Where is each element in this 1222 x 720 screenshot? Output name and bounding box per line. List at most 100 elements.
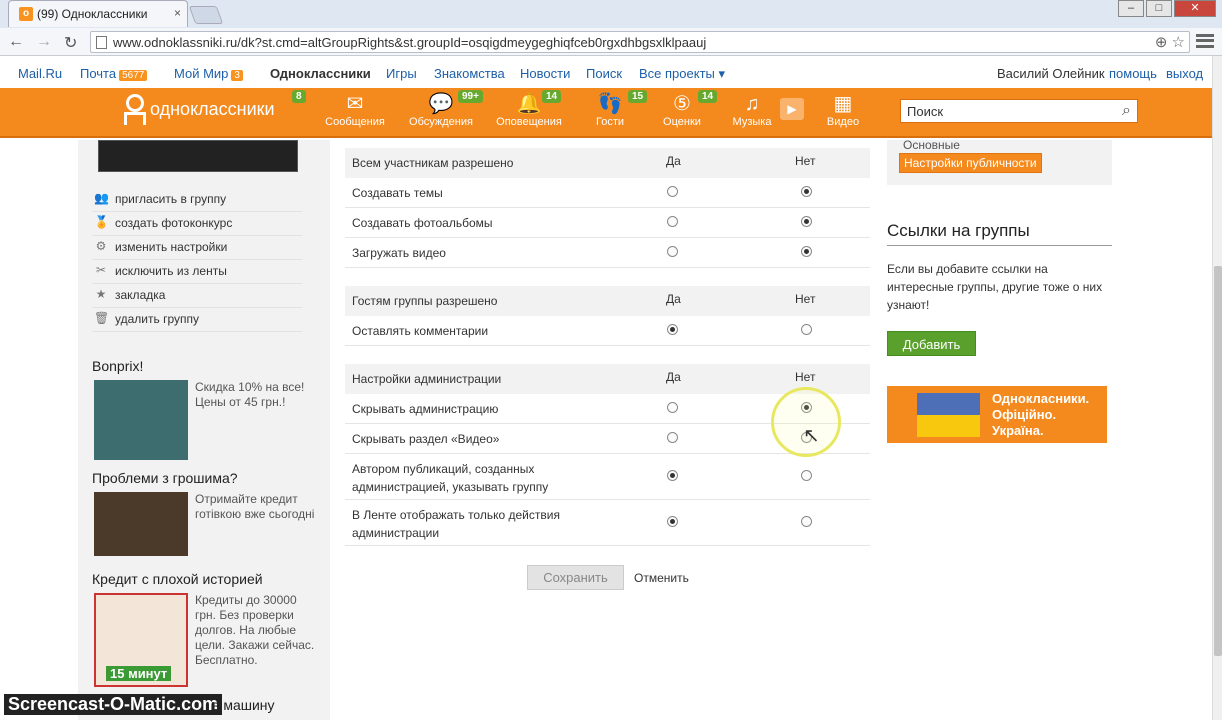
minimize-button[interactable]: – [1118, 0, 1144, 17]
radio-yes[interactable] [667, 470, 678, 484]
radio-yes[interactable] [667, 516, 678, 530]
cancel-link[interactable]: Отменить [634, 571, 689, 585]
col-yes: Да [666, 292, 681, 306]
play-icon[interactable]: ▶ [780, 98, 804, 120]
browser-menu-icon[interactable] [1196, 34, 1214, 48]
search-icon[interactable]: ⌕ [1122, 102, 1131, 120]
radio-no[interactable] [801, 186, 812, 200]
radio-yes[interactable] [667, 432, 678, 446]
ad-title: Bonprix! [92, 358, 144, 374]
perm-row: Автором публикаций, созданных администра… [345, 454, 870, 500]
col-yes: Да [666, 154, 681, 168]
ad-credit-ua[interactable]: Проблеми з грошима? Отримайте кредит гот… [92, 470, 317, 556]
radio-yes[interactable] [667, 402, 678, 416]
nav-messages[interactable]: ✉ Сообщения [315, 94, 395, 128]
permissions-section-guests: Гостям группы разрешено Да Нет Оставлять к… [345, 286, 870, 346]
nav-label: Оценки [663, 116, 701, 128]
ad-bonprix[interactable]: Bonprix! Скидка 10% на все! Цены от 45 г… [92, 358, 317, 460]
ad-title: Кредит с плохой историей [92, 571, 263, 587]
scrollbar-thumb[interactable] [1214, 266, 1222, 656]
radio-no[interactable] [801, 246, 812, 260]
moymir-label: Мой Мир [174, 66, 229, 81]
back-icon[interactable]: ← [8, 33, 24, 51]
tab-close-icon[interactable]: × [174, 6, 181, 20]
radio-yes-circle[interactable] [667, 402, 678, 413]
menu-photo-contest[interactable]: 🏅 создать фотоконкурс [92, 212, 302, 236]
menu-label: пригласить в группу [115, 192, 227, 206]
radio-no[interactable] [801, 324, 812, 338]
zoom-star-icons[interactable]: ⊕ ☆ [1155, 33, 1185, 51]
address-bar: ← → ↻ www.odnoklassniki.ru/dk?st.cmd=alt… [0, 28, 1222, 56]
subnav-main[interactable]: Основные [903, 138, 960, 152]
add-button[interactable]: Добавить [887, 331, 976, 356]
nav-video[interactable]: ▦ Видео [803, 94, 883, 128]
radio-yes[interactable] [667, 186, 678, 200]
link-odnoklassniki[interactable]: Одноклассники [270, 66, 371, 81]
menu-label: создать фотоконкурс [115, 216, 233, 230]
radio-no-circle[interactable] [801, 516, 812, 527]
link-novosti[interactable]: Новости [520, 66, 570, 81]
subnav-publicity[interactable]: Настройки публичности [899, 153, 1042, 173]
ad-credit-history[interactable]: Кредит с плохой историей 15 минут Кредит… [92, 571, 317, 687]
nav-label: Гости [595, 116, 625, 128]
link-pochta[interactable]: Почта 5677 [80, 66, 148, 81]
video-icon: ▦ [833, 93, 853, 115]
radio-no-circle[interactable] [801, 246, 812, 257]
perm-label: Загружать видео [352, 246, 446, 260]
radio-yes-circle[interactable] [667, 432, 678, 443]
settings-subnav: Основные Настройки публичности [887, 138, 1112, 185]
radio-no-circle[interactable] [801, 186, 812, 197]
link-poisk[interactable]: Поиск [586, 66, 622, 81]
radio-no[interactable] [801, 470, 812, 484]
ad-image [94, 380, 188, 460]
star-5-icon: ⑤ [673, 93, 691, 115]
radio-no-circle[interactable] [801, 324, 812, 335]
menu-delete-group[interactable]: 🗑 удалить группу [92, 308, 302, 332]
link-igry[interactable]: Игры [386, 66, 417, 81]
radio-yes-circle[interactable] [667, 324, 678, 335]
user-name[interactable]: Василий Олейник [997, 66, 1105, 81]
nav-label: Обсуждения [409, 116, 473, 128]
link-mailru[interactable]: Mail.Ru [18, 66, 62, 81]
radio-no[interactable] [801, 516, 812, 530]
radio-yes-circle[interactable] [667, 470, 678, 481]
url-input[interactable]: www.odnoklassniki.ru/dk?st.cmd=altGroupR… [90, 31, 1190, 53]
group-photo[interactable] [98, 140, 298, 172]
menu-invite[interactable]: 👥 пригласить в группу [92, 188, 302, 212]
new-tab-button[interactable] [188, 6, 224, 24]
link-moymir[interactable]: Мой Мир 3 [174, 66, 243, 81]
save-button[interactable]: Сохранить [527, 565, 624, 590]
menu-settings[interactable]: ⚙ изменить настройки [92, 236, 302, 260]
browser-tab[interactable]: o (99) Одноклассники × [8, 0, 188, 27]
mouse-cursor-icon: ↖ [803, 425, 820, 447]
radio-yes-circle[interactable] [667, 216, 678, 227]
radio-no-circle[interactable] [801, 470, 812, 481]
ua-banner[interactable]: Однокласники. Офіційно. Україна. [887, 386, 1107, 443]
group-actions-menu: 👥 пригласить в группу 🏅 создать фотоконкур… [92, 188, 302, 332]
ok-logo[interactable]: одноклассники [122, 94, 275, 125]
link-all-projects[interactable]: Все проекты ▾ [639, 66, 725, 82]
link-znakomstva[interactable]: Знакомства [434, 66, 505, 81]
reload-icon[interactable]: ↻ [64, 33, 77, 53]
search-input[interactable]: Поиск ⌕ [900, 99, 1138, 123]
link-exit[interactable]: выход [1166, 66, 1203, 81]
maximize-button[interactable]: □ [1146, 0, 1172, 17]
perm-row: В Ленте отображать только действия админ… [345, 500, 870, 546]
menu-bookmark[interactable]: ★ закладка [92, 284, 302, 308]
forward-icon[interactable]: → [36, 33, 52, 51]
radio-yes[interactable] [667, 246, 678, 260]
page-scrollbar[interactable] [1212, 56, 1222, 720]
link-help[interactable]: помощь [1109, 66, 1157, 81]
radio-no[interactable] [801, 216, 812, 230]
radio-no-circle[interactable] [801, 216, 812, 227]
radio-yes-circle[interactable] [667, 246, 678, 257]
menu-exclude-feed[interactable]: ✂ исключить из ленты [92, 260, 302, 284]
radio-yes[interactable] [667, 216, 678, 230]
close-window-button[interactable]: ✕ [1174, 0, 1216, 17]
logo-text: одноклассники [150, 98, 275, 119]
radio-yes-circle[interactable] [667, 516, 678, 527]
section-title: Гостям группы разрешено [352, 294, 498, 308]
radio-yes-circle[interactable] [667, 186, 678, 197]
star-icon: ★ [95, 287, 107, 301]
radio-yes[interactable] [667, 324, 678, 338]
